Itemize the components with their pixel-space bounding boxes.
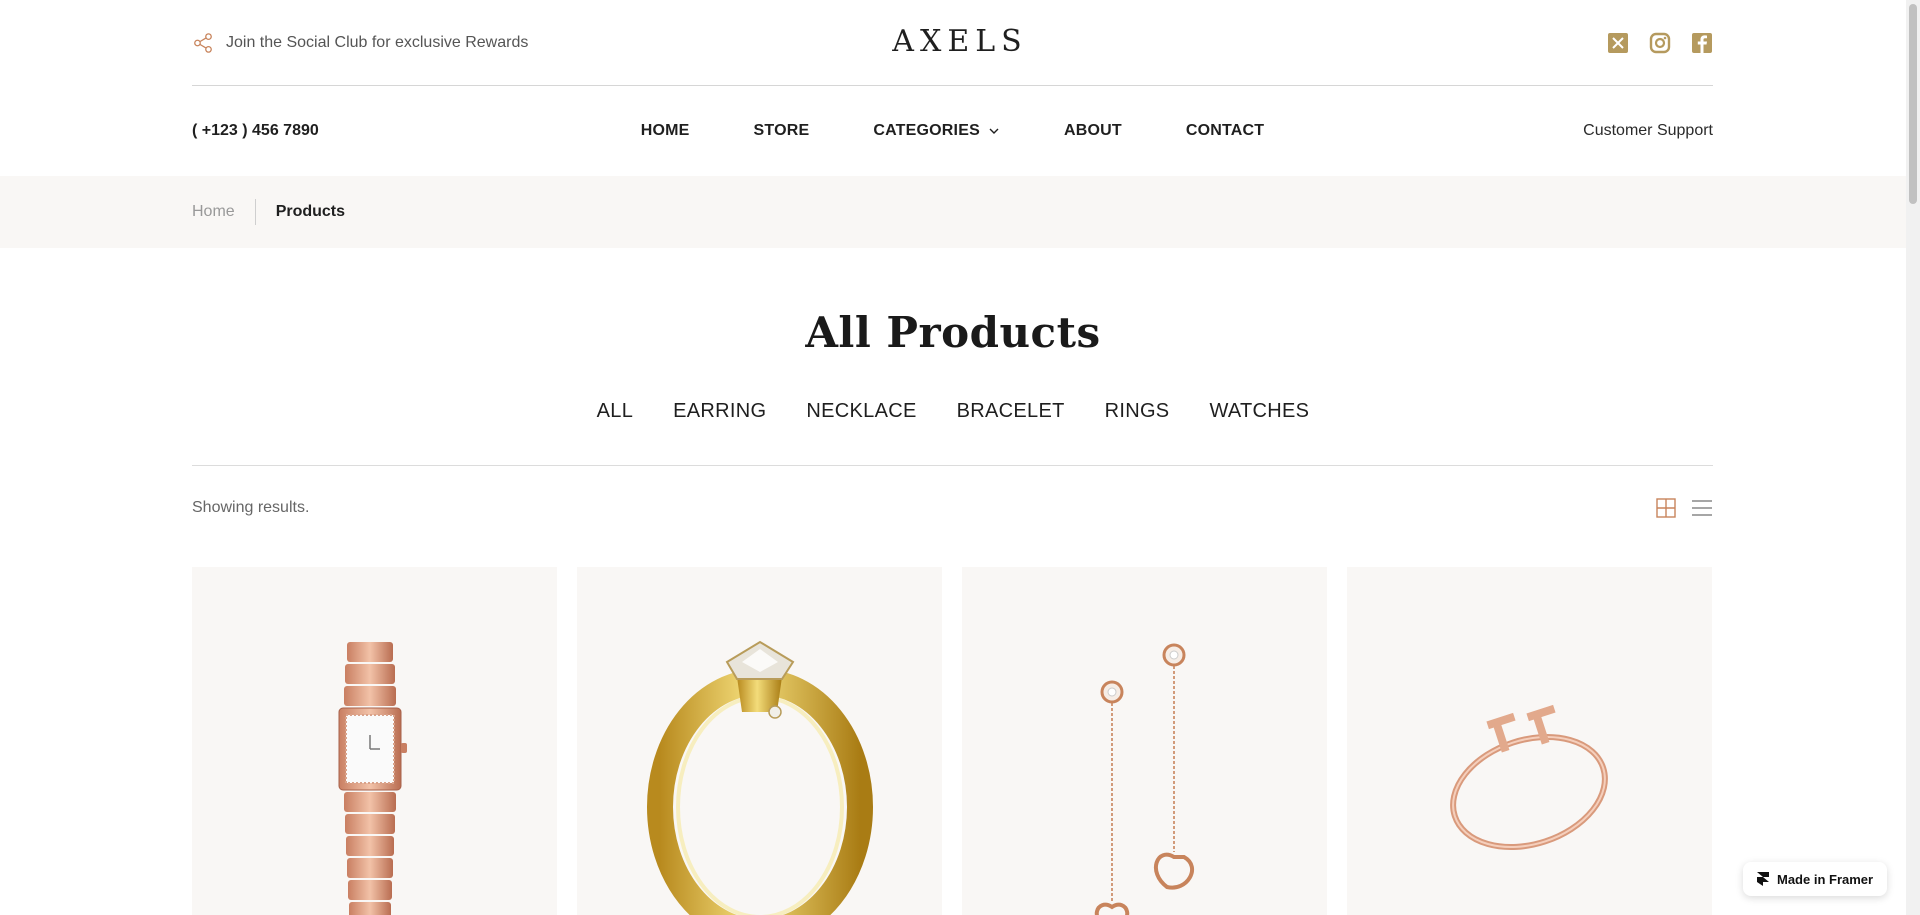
filter-bracelet[interactable]: BRACELET <box>957 400 1065 423</box>
breadcrumb-bar: Home Products <box>0 176 1906 248</box>
page-title: All Products <box>805 308 1101 357</box>
nav-categories[interactable]: CATEGORIES <box>873 122 1000 140</box>
x-icon[interactable] <box>1607 32 1629 54</box>
breadcrumb-home[interactable]: Home <box>192 203 235 221</box>
category-filters: ALL EARRING NECKLACE BRACELET RINGS WATC… <box>0 400 1906 423</box>
facebook-icon[interactable] <box>1691 32 1713 54</box>
nav-menu: HOME STORE CATEGORIES ABOUT CONTACT <box>192 87 1713 175</box>
nav-contact[interactable]: CONTACT <box>1186 122 1264 140</box>
made-in-framer-badge[interactable]: Made in Framer <box>1743 862 1888 896</box>
results-text: Showing results. <box>192 499 310 516</box>
bracelet-image <box>1450 704 1608 851</box>
grid-view-icon[interactable] <box>1655 497 1677 519</box>
filter-all[interactable]: ALL <box>597 400 634 423</box>
results-bar: Showing results. <box>192 495 1713 521</box>
social-club-text: Join the Social Club for exclusive Rewar… <box>226 33 529 51</box>
product-grid <box>192 567 1713 915</box>
top-bar: Join the Social Club for exclusive Rewar… <box>192 0 1713 86</box>
product-card-earrings[interactable] <box>962 567 1327 915</box>
breadcrumb-divider <box>254 199 256 225</box>
main-nav: ( +123 ) 456 7890 HOME STORE CATEGORIES … <box>192 87 1713 175</box>
scrollbar-thumb[interactable] <box>1909 4 1917 204</box>
social-links <box>1607 32 1713 54</box>
watch-image <box>338 642 407 915</box>
ring-image <box>647 640 873 915</box>
filter-rings[interactable]: RINGS <box>1105 400 1170 423</box>
filter-earring[interactable]: EARRING <box>673 400 766 423</box>
section-divider <box>192 465 1713 466</box>
social-club-link[interactable]: Join the Social Club for exclusive Rewar… <box>192 32 528 54</box>
chevron-down-icon <box>989 128 999 134</box>
customer-support-link[interactable]: Customer Support <box>1583 122 1713 140</box>
product-card-bracelet[interactable] <box>1347 567 1712 915</box>
instagram-icon[interactable] <box>1649 32 1671 54</box>
framer-icon <box>1757 872 1769 886</box>
product-card-ring[interactable] <box>577 567 942 915</box>
share-icon <box>194 32 212 53</box>
list-view-icon[interactable] <box>1691 497 1713 519</box>
nav-store[interactable]: STORE <box>754 122 810 140</box>
breadcrumb-current: Products <box>275 203 346 220</box>
nav-about[interactable]: ABOUT <box>1064 122 1122 140</box>
product-card-watch[interactable] <box>192 567 557 915</box>
nav-home[interactable]: HOME <box>641 122 690 140</box>
phone-number[interactable]: ( +123 ) 456 7890 <box>192 122 319 140</box>
filter-necklace[interactable]: NECKLACE <box>806 400 916 423</box>
earrings-image <box>1094 643 1195 915</box>
view-toggles <box>1655 497 1713 519</box>
filter-watches[interactable]: WATCHES <box>1209 400 1309 423</box>
breadcrumb: Home Products <box>192 176 345 248</box>
badge-text: Made in Framer <box>1777 871 1874 887</box>
page-scrollbar[interactable] <box>1906 0 1920 915</box>
